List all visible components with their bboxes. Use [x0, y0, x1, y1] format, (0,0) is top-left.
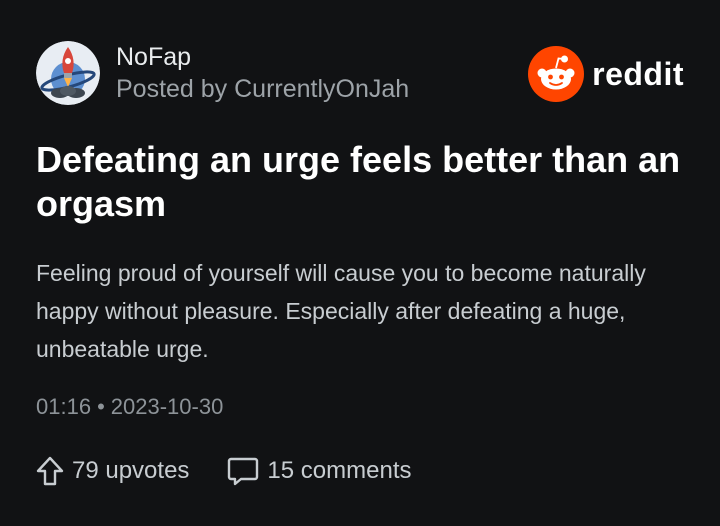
post-actions: 79 upvotes 15 comments	[36, 456, 411, 486]
reddit-snoo-icon	[528, 46, 585, 102]
post-card: NoFap Posted by CurrentlyOnJah reddit De…	[0, 0, 720, 526]
post-header: NoFap Posted by CurrentlyOnJah	[36, 40, 409, 106]
comment-bubble-icon	[228, 457, 259, 486]
upvote-button[interactable]: 79 upvotes	[36, 456, 189, 486]
post-title[interactable]: Defeating an urge feels better than an o…	[36, 138, 696, 226]
rocket-planet-avatar-icon	[36, 41, 100, 105]
separator-dot: •	[97, 394, 105, 419]
upvote-count: 79 upvotes	[72, 457, 190, 484]
reddit-wordmark: reddit	[592, 55, 684, 92]
post-date: 2023-10-30	[110, 394, 224, 419]
upvote-arrow-icon	[36, 456, 64, 486]
reddit-brand: reddit	[528, 46, 684, 102]
post-time: 01:16	[36, 394, 92, 419]
subreddit-name[interactable]: NoFap	[116, 42, 409, 72]
comment-count: 15 comments	[267, 457, 412, 484]
subreddit-avatar[interactable]	[36, 41, 100, 105]
comments-button[interactable]: 15 comments	[227, 456, 411, 486]
post-body: Feeling proud of yourself will cause you…	[36, 260, 646, 362]
post-timestamp: 01:16 • 2023-10-30	[36, 394, 223, 420]
posted-by[interactable]: Posted by CurrentlyOnJah	[116, 74, 409, 104]
